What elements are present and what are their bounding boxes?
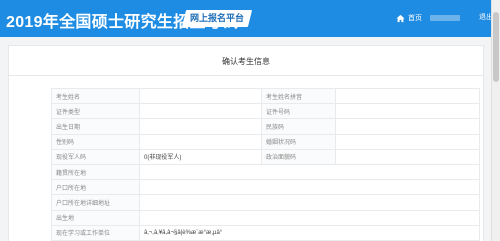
table-row: 户口所在地 (51, 179, 480, 196)
marital-label: 婚姻状况码 (261, 133, 336, 150)
platform-badge-label: 网上报名平台 (189, 13, 244, 23)
home-link[interactable]: 首页 (396, 12, 422, 24)
table-row: 证件类型 证件号码 (51, 103, 480, 120)
table-row: 户口所在地详细地址 (51, 194, 480, 211)
ethnicity-value (335, 118, 480, 135)
hukou-label: 户口所在地 (51, 179, 140, 196)
military-value: 0(非现役军人) (139, 148, 262, 165)
name-label: 考生姓名 (51, 87, 140, 105)
birth-date-value (139, 118, 262, 135)
origin-value (139, 163, 480, 181)
hukou-detail-value (139, 194, 480, 211)
name-value (139, 87, 262, 105)
table-row: 籍贯所在地 (51, 163, 480, 181)
id-type-value (139, 103, 262, 120)
birthplace-value (139, 209, 480, 226)
hukou-detail-label: 户口所在地详细地址 (51, 194, 140, 211)
user-name-masked (430, 15, 460, 21)
table-row: 出生日期 民族码 (51, 118, 480, 135)
card-title: 确认考生信息 (222, 57, 270, 66)
gender-label: 性别码 (51, 133, 140, 150)
home-icon (396, 14, 405, 22)
work-unit-value: â‚¬,â,¥â,â¬§â|è%æ¨æ°æ,µâ° (139, 224, 480, 241)
scrollbar-thumb[interactable] (493, 12, 499, 82)
candidate-info-table: 考生姓名 考生姓名拼音 证件类型 证件号码 出生日期 民族码 性别码 婚姻状况码… (51, 87, 480, 241)
table-row: 现在学习或工作单位 â‚¬,â,¥â,â¬§â|è%æ¨æ°æ,µâ° (51, 224, 480, 241)
military-label: 现役军人码 (51, 148, 140, 165)
work-unit-label: 现在学习或工作单位 (51, 224, 140, 241)
marital-value (335, 133, 480, 150)
birth-date-label: 出生日期 (51, 118, 140, 135)
political-value (335, 148, 480, 165)
pinyin-value (335, 87, 480, 105)
table-row: 性别码 婚姻状况码 (51, 133, 480, 150)
origin-label: 籍贯所在地 (51, 163, 140, 181)
table-row: 考生姓名 考生姓名拼音 (51, 87, 480, 105)
gender-value (139, 133, 262, 150)
id-number-label: 证件号码 (261, 103, 336, 120)
confirm-info-card: 确认考生信息 考生姓名 考生姓名拼音 证件类型 证件号码 出生日期 民族码 性别… (8, 45, 484, 241)
card-divider (9, 75, 483, 76)
table-row: 出生地 (51, 209, 480, 226)
political-label: 政治面貌码 (261, 148, 336, 165)
ethnicity-label: 民族码 (261, 118, 336, 135)
platform-badge: 网上报名平台 (181, 10, 253, 27)
id-number-value (335, 103, 480, 120)
table-row: 现役军人码 0(非现役军人) 政治面貌码 (51, 148, 480, 165)
id-type-label: 证件类型 (51, 103, 140, 120)
hukou-value (139, 179, 480, 196)
top-header: 2019年全国硕士研究生招生考试 网上报名平台 首页 退出 (0, 0, 493, 37)
page-scrollbar[interactable] (491, 0, 500, 241)
pinyin-label: 考生姓名拼音 (261, 87, 336, 105)
home-link-label: 首页 (408, 15, 422, 22)
birthplace-label: 出生地 (51, 209, 140, 226)
